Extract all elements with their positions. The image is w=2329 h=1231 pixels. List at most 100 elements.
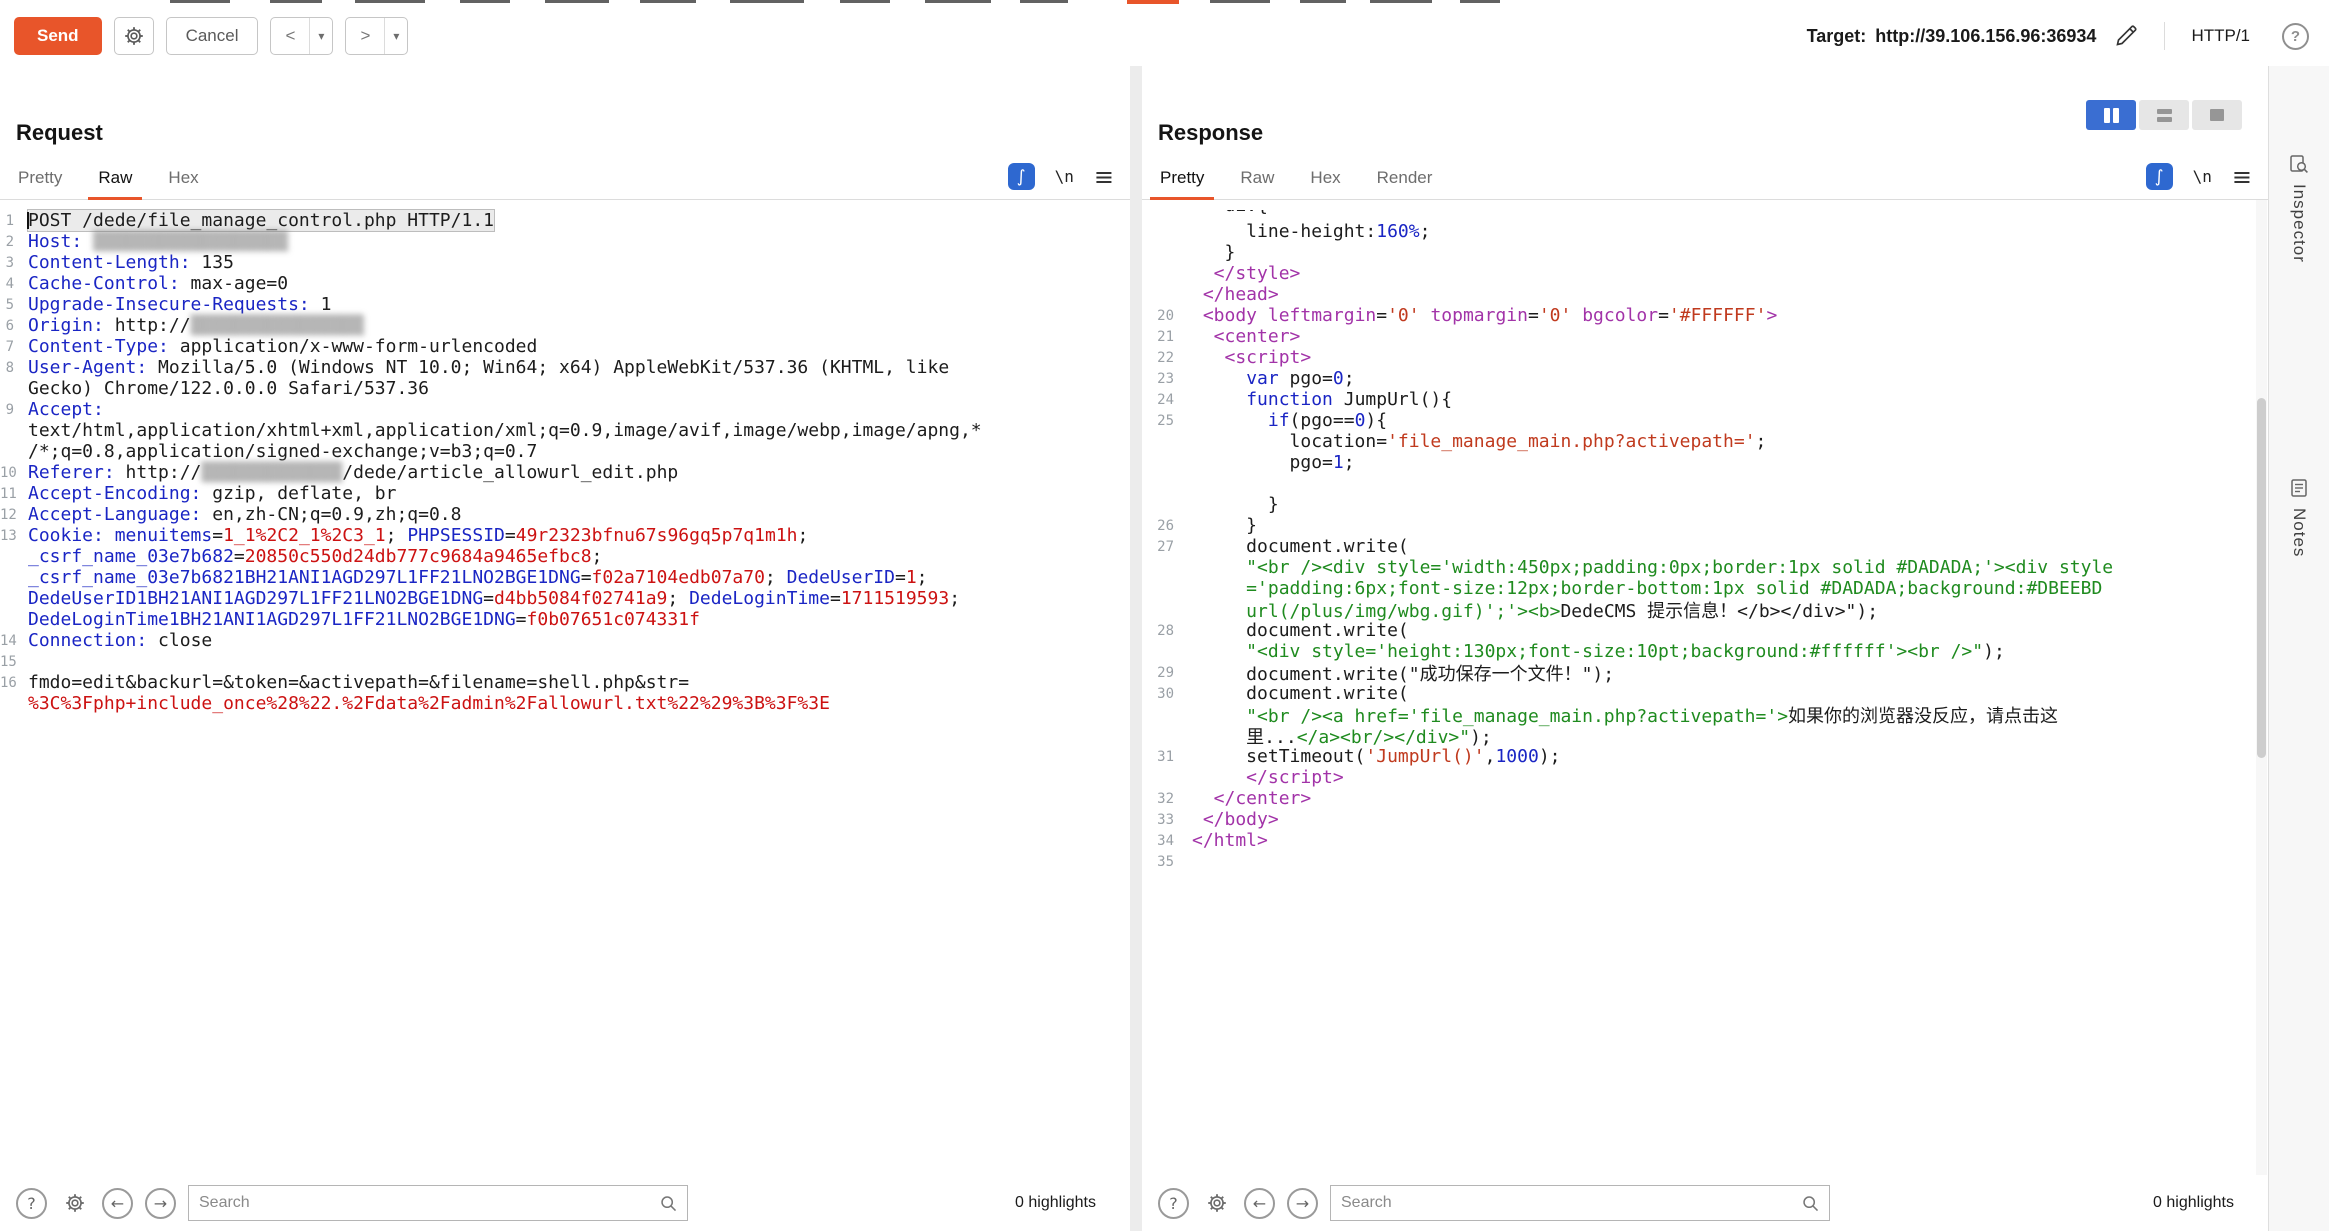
cancel-button[interactable]: Cancel: [166, 17, 259, 55]
code-line[interactable]: 21 <center>: [1142, 326, 2268, 347]
code-line[interactable]: 1POST /dede/file_manage_control.php HTTP…: [0, 210, 1130, 231]
code-line[interactable]: %3C%3Fphp+include_once%28%22.%2Fdata%2Fa…: [0, 693, 1130, 714]
code-line[interactable]: 里...</a><br/></div>");: [1142, 725, 2268, 746]
help-icon[interactable]: ?: [2282, 23, 2309, 50]
code-line[interactable]: 22 <script>: [1142, 347, 2268, 368]
code-line[interactable]: </head>: [1142, 284, 2268, 305]
code-line[interactable]: 16fmdo=edit&backurl=&token=&activepath=&…: [0, 672, 1130, 693]
code-line[interactable]: div{: [1142, 210, 2268, 221]
request-editor[interactable]: 1POST /dede/file_manage_control.php HTTP…: [0, 200, 1130, 1175]
search-input[interactable]: [1331, 1194, 1829, 1212]
response-findbar: ? ← →: [1142, 1175, 2268, 1231]
code-line[interactable]: 27 document.write(: [1142, 536, 2268, 557]
code-line[interactable]: 28 document.write(: [1142, 620, 2268, 641]
editor-menu-icon[interactable]: ≡: [1094, 165, 1114, 189]
code-line[interactable]: 34</html>: [1142, 830, 2268, 851]
search-prev-button[interactable]: ←: [102, 1188, 133, 1219]
history-back-button[interactable]: <: [271, 18, 309, 54]
code-line[interactable]: DedeLoginTime1BH21ANI1AGD297L1FF21LNO2BG…: [0, 609, 1130, 630]
code-line[interactable]: 15: [0, 651, 1130, 672]
tab-pretty[interactable]: Pretty: [16, 168, 64, 199]
code-line[interactable]: 24 function JumpUrl(){: [1142, 389, 2268, 410]
response-editor-icons: ∫ \n ≡: [2146, 163, 2252, 199]
tab-stub: [640, 0, 696, 3]
tab-render[interactable]: Render: [1375, 168, 1435, 199]
code-line[interactable]: 6Origin: http://▒▒▒▒▒▒▒▒▒▒▒▒▒▒▒▒: [0, 315, 1130, 336]
code-line[interactable]: </style>: [1142, 263, 2268, 284]
search-input[interactable]: [189, 1194, 687, 1212]
code-line[interactable]: 23 var pgo=0;: [1142, 368, 2268, 389]
code-line[interactable]: location='file_manage_main.php?activepat…: [1142, 431, 2268, 452]
search-settings-button[interactable]: [1201, 1188, 1232, 1219]
search-next-button[interactable]: →: [145, 1188, 176, 1219]
history-forward-button[interactable]: >: [346, 18, 384, 54]
code-line[interactable]: line-height:160%;: [1142, 221, 2268, 242]
tab-hex[interactable]: Hex: [166, 168, 200, 199]
code-line[interactable]: 4Cache-Control: max-age=0: [0, 273, 1130, 294]
layout-tabs-button[interactable]: [2192, 100, 2242, 130]
notes-tab[interactable]: Notes: [2289, 478, 2309, 557]
tab-raw[interactable]: Raw: [1238, 168, 1276, 199]
response-editor[interactable]: div{ line-height:160%; } </style> </head…: [1142, 200, 2268, 1175]
scrollbar-track[interactable]: [2256, 200, 2267, 1175]
code-line[interactable]: 26 }: [1142, 515, 2268, 536]
history-back-dropdown[interactable]: ▾: [309, 18, 332, 54]
code-line[interactable]: Gecko) Chrome/122.0.0.0 Safari/537.36: [0, 378, 1130, 399]
code-line[interactable]: 8User-Agent: Mozilla/5.0 (Windows NT 10.…: [0, 357, 1130, 378]
search-prev-button[interactable]: ←: [1244, 1188, 1275, 1219]
newline-toggle-icon[interactable]: \n: [2193, 167, 2212, 186]
search-settings-button[interactable]: [59, 1188, 90, 1219]
prettify-icon[interactable]: ∫: [2146, 163, 2173, 190]
code-line[interactable]: 11Accept-Encoding: gzip, deflate, br: [0, 483, 1130, 504]
tab-hex[interactable]: Hex: [1308, 168, 1342, 199]
code-line[interactable]: url(/plus/img/wbg.gif)';'><b>DedeCMS 提示信…: [1142, 599, 2268, 620]
code-line[interactable]: 13Cookie: menuitems=1_1%2C2_1%2C3_1; PHP…: [0, 525, 1130, 546]
code-line[interactable]: 31 setTimeout('JumpUrl()',1000);: [1142, 746, 2268, 767]
send-settings-button[interactable]: [114, 17, 154, 55]
tab-pretty[interactable]: Pretty: [1158, 168, 1206, 199]
code-line[interactable]: _csrf_name_03e7b6821BH21ANI1AGD297L1FF21…: [0, 567, 1130, 588]
search-help-icon[interactable]: ?: [16, 1188, 47, 1219]
inspector-tab[interactable]: Inspector: [2289, 154, 2309, 263]
prettify-icon[interactable]: ∫: [1008, 163, 1035, 190]
search-help-icon[interactable]: ?: [1158, 1188, 1189, 1219]
code-line[interactable]: DedeUserID1BH21ANI1AGD297L1FF21LNO2BGE1D…: [0, 588, 1130, 609]
code-line[interactable]: 29 document.write("成功保存一个文件！");: [1142, 662, 2268, 683]
editor-menu-icon[interactable]: ≡: [2232, 165, 2252, 189]
http-version-toggle[interactable]: HTTP/1: [2191, 26, 2250, 46]
code-line[interactable]: </script>: [1142, 767, 2268, 788]
code-line[interactable]: }: [1142, 242, 2268, 263]
code-line[interactable]: 7Content-Type: application/x-www-form-ur…: [0, 336, 1130, 357]
code-line[interactable]: 25 if(pgo==0){: [1142, 410, 2268, 431]
code-line[interactable]: /*;q=0.8,application/signed-exchange;v=b…: [0, 441, 1130, 462]
layout-columns-button[interactable]: [2086, 100, 2136, 130]
code-line[interactable]: 20 <body leftmargin='0' topmargin='0' bg…: [1142, 305, 2268, 326]
code-line[interactable]: "<br /><div style='width:450px;padding:0…: [1142, 557, 2268, 578]
code-line[interactable]: pgo=1;: [1142, 452, 2268, 473]
scrollbar-thumb[interactable]: [2257, 398, 2266, 758]
code-line[interactable]: 14Connection: close: [0, 630, 1130, 651]
tab-raw[interactable]: Raw: [96, 168, 134, 199]
code-line[interactable]: _csrf_name_03e7b682=20850c550d24db777c96…: [0, 546, 1130, 567]
newline-toggle-icon[interactable]: \n: [1055, 167, 1074, 186]
code-line[interactable]: 12Accept-Language: en,zh-CN;q=0.9,zh;q=0…: [0, 504, 1130, 525]
line-number: 21: [1142, 329, 1186, 345]
line-number: 9: [0, 402, 22, 418]
code-line[interactable]: 33 </body>: [1142, 809, 2268, 830]
code-line[interactable]: [1142, 473, 2268, 494]
code-line[interactable]: 9Accept:: [0, 399, 1130, 420]
code-line[interactable]: 5Upgrade-Insecure-Requests: 1: [0, 294, 1130, 315]
code-line[interactable]: 2Host: ▒▒▒▒▒▒▒▒▒▒▒▒▒▒▒▒▒▒: [0, 231, 1130, 252]
panel-divider[interactable]: [1130, 66, 1142, 1231]
edit-target-button[interactable]: [2114, 24, 2138, 48]
code-line[interactable]: 3Content-Length: 135: [0, 252, 1130, 273]
search-next-button[interactable]: →: [1287, 1188, 1318, 1219]
history-forward-dropdown[interactable]: ▾: [384, 18, 407, 54]
code-line[interactable]: 10Referer: http://▒▒▒▒▒▒▒▒▒▒▒▒▒/dede/art…: [0, 462, 1130, 483]
code-line[interactable]: 35: [1142, 851, 2268, 872]
code-line[interactable]: text/html,application/xhtml+xml,applicat…: [0, 420, 1130, 441]
code-line[interactable]: }: [1142, 494, 2268, 515]
send-button[interactable]: Send: [14, 17, 102, 55]
layout-rows-button[interactable]: [2139, 100, 2189, 130]
code-line[interactable]: 32 </center>: [1142, 788, 2268, 809]
